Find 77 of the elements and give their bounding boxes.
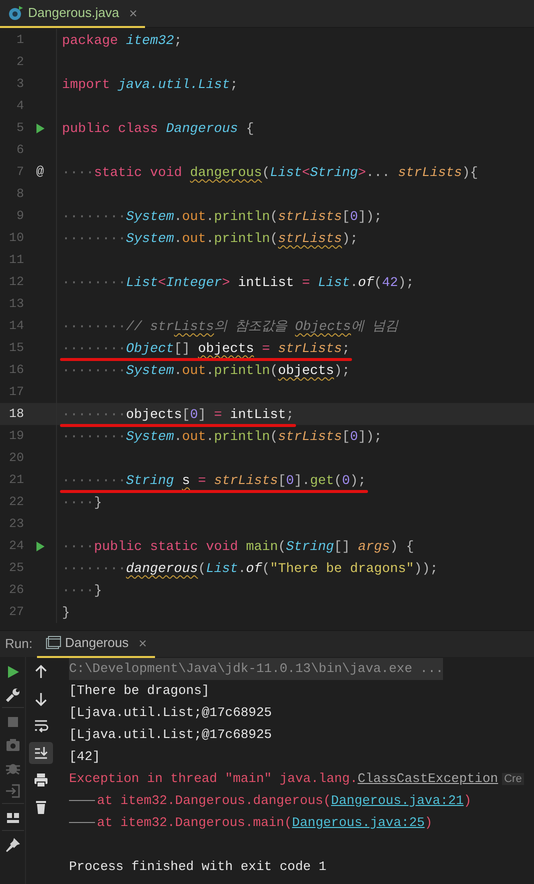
run-icon[interactable] [34,540,46,552]
line-number: 19 [8,428,24,445]
code-line: ········System.out.println(strLists[0]); [62,430,382,444]
code-line: public class Dangerous { [62,122,254,136]
run-icon[interactable] [34,122,46,134]
class-link[interactable]: ClassCastException [358,771,498,786]
wrench-icon[interactable] [4,687,20,703]
console-text: ) [424,815,432,830]
create-hint[interactable]: Cre [502,773,524,785]
line-number: 27 [8,604,24,621]
line-number: 26 [8,582,24,599]
code-line: ····public static void main(String[] args) { [62,540,414,554]
down-arrow-icon[interactable] [32,691,48,707]
source-link[interactable]: Dangerous.java:21 [331,793,464,808]
code-line: package item32; [62,34,182,48]
code-line: } [62,606,70,620]
code-line: ········Object[] objects = strLists; [62,342,350,356]
line-number: 7 [15,164,24,181]
line-number: 18 [8,406,24,423]
printer-icon[interactable] [32,772,48,788]
line-number: 16 [8,362,24,379]
layout-icon[interactable] [4,810,20,826]
line-number: 8 [15,186,24,203]
line-number: 14 [8,318,24,335]
line-number: 6 [15,142,24,159]
close-icon[interactable]: × [138,632,147,654]
line-number: 15 [8,340,24,357]
console-line: [Ljava.util.List;@17c68925 [69,726,272,744]
up-arrow-icon[interactable] [32,664,48,680]
stack-indent-line [69,800,95,802]
console-text: Exception in thread "main" java.lang. [69,771,358,786]
console-line: Process finished with exit code 1 [69,858,326,876]
code-line: ········List<Integer> intList = List.of(42); [62,276,414,290]
code-line: ····} [62,584,102,598]
line-number: 20 [8,450,24,467]
console-icon [45,635,61,651]
console-text: at item32.Dangerous.main( [97,815,292,830]
line-number: 2 [15,54,24,71]
code-line: ········System.out.println(objects); [62,364,350,378]
close-icon[interactable]: × [129,2,138,24]
class-file-icon [8,5,24,21]
scroll-to-end-icon[interactable] [32,745,48,761]
code-line: ········System.out.println(strLists); [62,232,358,246]
line-number: 11 [8,252,24,269]
pin-icon[interactable] [4,837,20,853]
console-text: ) [464,793,472,808]
panel-label: Run: [4,635,34,654]
soft-wrap-icon[interactable] [32,718,48,734]
source-link[interactable]: Dangerous.java:25 [292,815,425,830]
line-number: 13 [8,296,24,313]
code-line: ········objects[0] = intList; [62,408,294,422]
line-number: 5 [15,120,24,137]
line-number: 4 [15,98,24,115]
code-line: ········dangerous(List.of("There be dragons")); [62,562,438,576]
stack-indent-line [69,822,95,824]
line-number: 22 [8,494,24,511]
line-number: 23 [8,516,24,533]
line-number: 21 [8,472,24,489]
line-number: 1 [15,32,24,49]
line-number: 17 [8,384,24,401]
code-line: ····static void dangerous(List<String>... strLists){ [62,166,478,180]
line-number: 10 [8,230,24,247]
code-line: ········System.out.println(strLists[0]); [62,210,382,224]
code-line: ····} [62,496,102,510]
line-number: 25 [8,560,24,577]
line-number: 3 [15,76,24,93]
line-number: 9 [15,208,24,225]
override-marker[interactable]: @ [36,162,44,182]
console-line: [42] [69,748,100,766]
console-text: at item32.Dangerous.dangerous( [97,793,332,808]
console-line: [Ljava.util.List;@17c68925 [69,704,272,722]
console-line: [There be dragons] [69,682,210,700]
line-number: 24 [8,538,24,555]
line-number: 12 [8,274,24,291]
code-line: ········// strLists의 참조값을 Objects에 넘김 [62,320,398,334]
code-line: ········String s = strLists[0].get(0); [62,474,366,488]
code-line: import java.util.List; [62,78,238,92]
